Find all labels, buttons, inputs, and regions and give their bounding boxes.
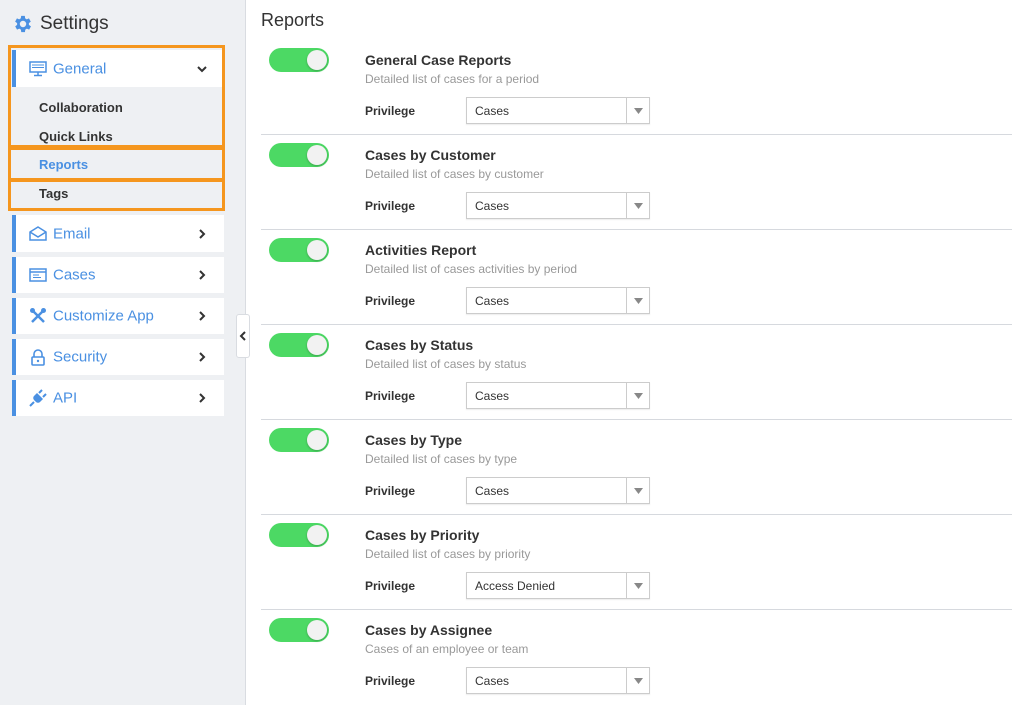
- nav-group-customize-app[interactable]: Customize App: [12, 298, 224, 334]
- nav-group-label: API: [53, 389, 78, 407]
- report-title: Cases by Customer: [365, 147, 496, 163]
- toggle-knob: [307, 50, 327, 70]
- report-toggle[interactable]: [269, 618, 329, 642]
- lock-icon: [28, 348, 48, 366]
- toggle-knob: [307, 145, 327, 165]
- gear-icon: [15, 15, 31, 33]
- nav-group-label: General: [53, 60, 107, 77]
- chevron-right-icon: [199, 393, 206, 403]
- privilege-value: Cases: [475, 674, 510, 688]
- toggle-knob: [307, 335, 327, 355]
- nav-group-cases[interactable]: Cases: [12, 257, 224, 293]
- report-description: Detailed list of cases by status: [365, 357, 527, 371]
- chevron-right-icon: [199, 228, 206, 239]
- general-subnav: Collaboration Quick Links Reports Tags: [12, 88, 224, 212]
- privilege-value: Cases: [475, 199, 510, 213]
- report-toggle[interactable]: [269, 143, 329, 167]
- nav-group-label: Customize App: [53, 307, 154, 325]
- report-row: Cases by Assignee Cases of an employee o…: [261, 610, 1012, 705]
- privilege-select[interactable]: Access Denied: [466, 572, 650, 599]
- nav-group-general[interactable]: General: [12, 50, 224, 87]
- privilege-label: Privilege: [365, 199, 416, 213]
- privilege-select[interactable]: Cases: [466, 477, 650, 504]
- privilege-label: Privilege: [365, 484, 416, 498]
- report-row: General Case Reports Detailed list of ca…: [261, 40, 1012, 135]
- toggle-knob: [307, 620, 327, 640]
- report-description: Detailed list of cases activities by per…: [365, 262, 578, 276]
- privilege-label: Privilege: [365, 389, 416, 403]
- report-description: Detailed list of cases by priority: [365, 547, 531, 561]
- report-description: Cases of an employee or team: [365, 642, 529, 656]
- main-content: Reports General Case Reports Detailed li…: [246, 0, 1012, 705]
- dropdown-arrow-icon: [626, 288, 649, 313]
- subnav-item-quick-links[interactable]: Quick Links: [39, 129, 113, 144]
- subnav-item-collaboration[interactable]: Collaboration: [39, 100, 123, 115]
- sidebar: Settings General Collaboration Quick Lin…: [0, 0, 246, 705]
- chevron-right-icon: [199, 352, 206, 362]
- report-row: Cases by Customer Detailed list of cases…: [261, 135, 1012, 230]
- nav-group-label: Security: [53, 348, 108, 366]
- toggle-knob: [307, 430, 327, 450]
- chevron-right-icon: [199, 270, 206, 280]
- sidebar-header: Settings: [12, 12, 109, 36]
- settings-app: Settings General Collaboration Quick Lin…: [0, 0, 1012, 705]
- dropdown-arrow-icon: [626, 98, 649, 123]
- subnav-item-tags[interactable]: Tags: [39, 186, 68, 201]
- toggle-knob: [307, 240, 327, 260]
- nav-group-security[interactable]: Security: [12, 339, 224, 375]
- report-title: Cases by Priority: [365, 527, 480, 543]
- subnav-item-reports[interactable]: Reports: [39, 157, 88, 172]
- monitor-icon: [28, 60, 48, 78]
- privilege-label: Privilege: [365, 104, 416, 118]
- nav-group-label: Email: [53, 225, 91, 242]
- report-toggle[interactable]: [269, 428, 329, 452]
- chevron-right-icon: [199, 311, 206, 321]
- privilege-select[interactable]: Cases: [466, 667, 650, 694]
- report-title: Cases by Assignee: [365, 622, 493, 638]
- report-description: Detailed list of cases by type: [365, 452, 518, 466]
- report-toggle[interactable]: [269, 333, 329, 357]
- report-row: Cases by Status Detailed list of cases b…: [261, 325, 1012, 420]
- privilege-select[interactable]: Cases: [466, 192, 650, 219]
- privilege-select[interactable]: Cases: [466, 97, 650, 124]
- page-title: Reports: [261, 10, 325, 30]
- report-description: Detailed list of cases for a period: [365, 72, 540, 86]
- report-title: Cases by Status: [365, 337, 474, 353]
- toggle-knob: [307, 525, 327, 545]
- dropdown-arrow-icon: [626, 573, 649, 598]
- nav-group-api[interactable]: API: [12, 380, 224, 416]
- privilege-label: Privilege: [365, 294, 416, 308]
- sidebar-title: Settings: [40, 13, 109, 34]
- envelope-icon: [28, 225, 48, 243]
- dropdown-arrow-icon: [626, 383, 649, 408]
- report-toggle[interactable]: [269, 523, 329, 547]
- privilege-value: Cases: [475, 294, 510, 308]
- chevron-down-icon: [197, 65, 207, 72]
- report-toggle[interactable]: [269, 238, 329, 262]
- report-title: General Case Reports: [365, 52, 512, 68]
- privilege-select[interactable]: Cases: [466, 382, 650, 409]
- report-row: Cases by Priority Detailed list of cases…: [261, 515, 1012, 610]
- privilege-select[interactable]: Cases: [466, 287, 650, 314]
- privilege-value: Access Denied: [475, 579, 556, 593]
- privilege-value: Cases: [475, 389, 510, 403]
- privilege-value: Cases: [475, 484, 510, 498]
- report-row: Activities Report Detailed list of cases…: [261, 230, 1012, 325]
- report-description: Detailed list of cases by customer: [365, 167, 544, 181]
- privilege-value: Cases: [475, 104, 510, 118]
- dropdown-arrow-icon: [626, 478, 649, 503]
- cases-window-icon: [28, 266, 48, 284]
- plug-icon: [28, 389, 48, 407]
- report-title: Cases by Type: [365, 432, 463, 448]
- nav-group-label: Cases: [53, 266, 96, 284]
- report-toggle[interactable]: [269, 48, 329, 72]
- nav-group-email[interactable]: Email: [12, 215, 224, 252]
- report-row: Cases by Type Detailed list of cases by …: [261, 420, 1012, 515]
- report-title: Activities Report: [365, 242, 477, 258]
- dropdown-arrow-icon: [626, 668, 649, 693]
- tools-icon: [28, 307, 48, 325]
- privilege-label: Privilege: [365, 674, 416, 688]
- dropdown-arrow-icon: [626, 193, 649, 218]
- privilege-label: Privilege: [365, 579, 416, 593]
